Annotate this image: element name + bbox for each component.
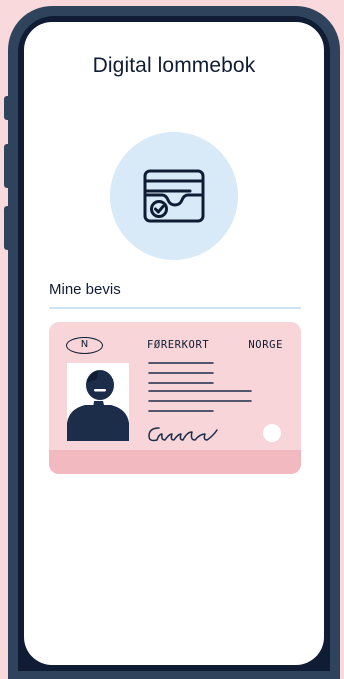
card-bottom-band xyxy=(49,450,301,474)
page: Digital lommebok Mine bevis N FØRERKORT … xyxy=(0,0,344,679)
country-code-badge: N xyxy=(66,337,103,354)
page-title: Digital lommebok xyxy=(92,54,256,77)
phone-frame: Digital lommebok Mine bevis N FØRERKORT … xyxy=(8,6,340,679)
phone-screen: Digital lommebok Mine bevis N FØRERKORT … xyxy=(24,22,324,665)
person-silhouette-icon xyxy=(67,370,129,441)
license-info-lines xyxy=(148,362,252,412)
card-hologram xyxy=(263,424,281,442)
card-country-label: NORGE xyxy=(248,339,283,351)
card-type-label: FØRERKORT xyxy=(147,339,210,351)
wallet-hero xyxy=(110,132,238,260)
section-label: Mine bevis xyxy=(49,281,121,298)
drivers-license-card[interactable]: N FØRERKORT NORGE xyxy=(49,322,301,474)
section-divider xyxy=(49,307,301,309)
license-photo xyxy=(67,363,129,441)
signature-icon xyxy=(148,427,218,442)
phone-bezel: Digital lommebok Mine bevis N FØRERKORT … xyxy=(18,16,330,671)
wallet-check-icon xyxy=(143,169,205,223)
